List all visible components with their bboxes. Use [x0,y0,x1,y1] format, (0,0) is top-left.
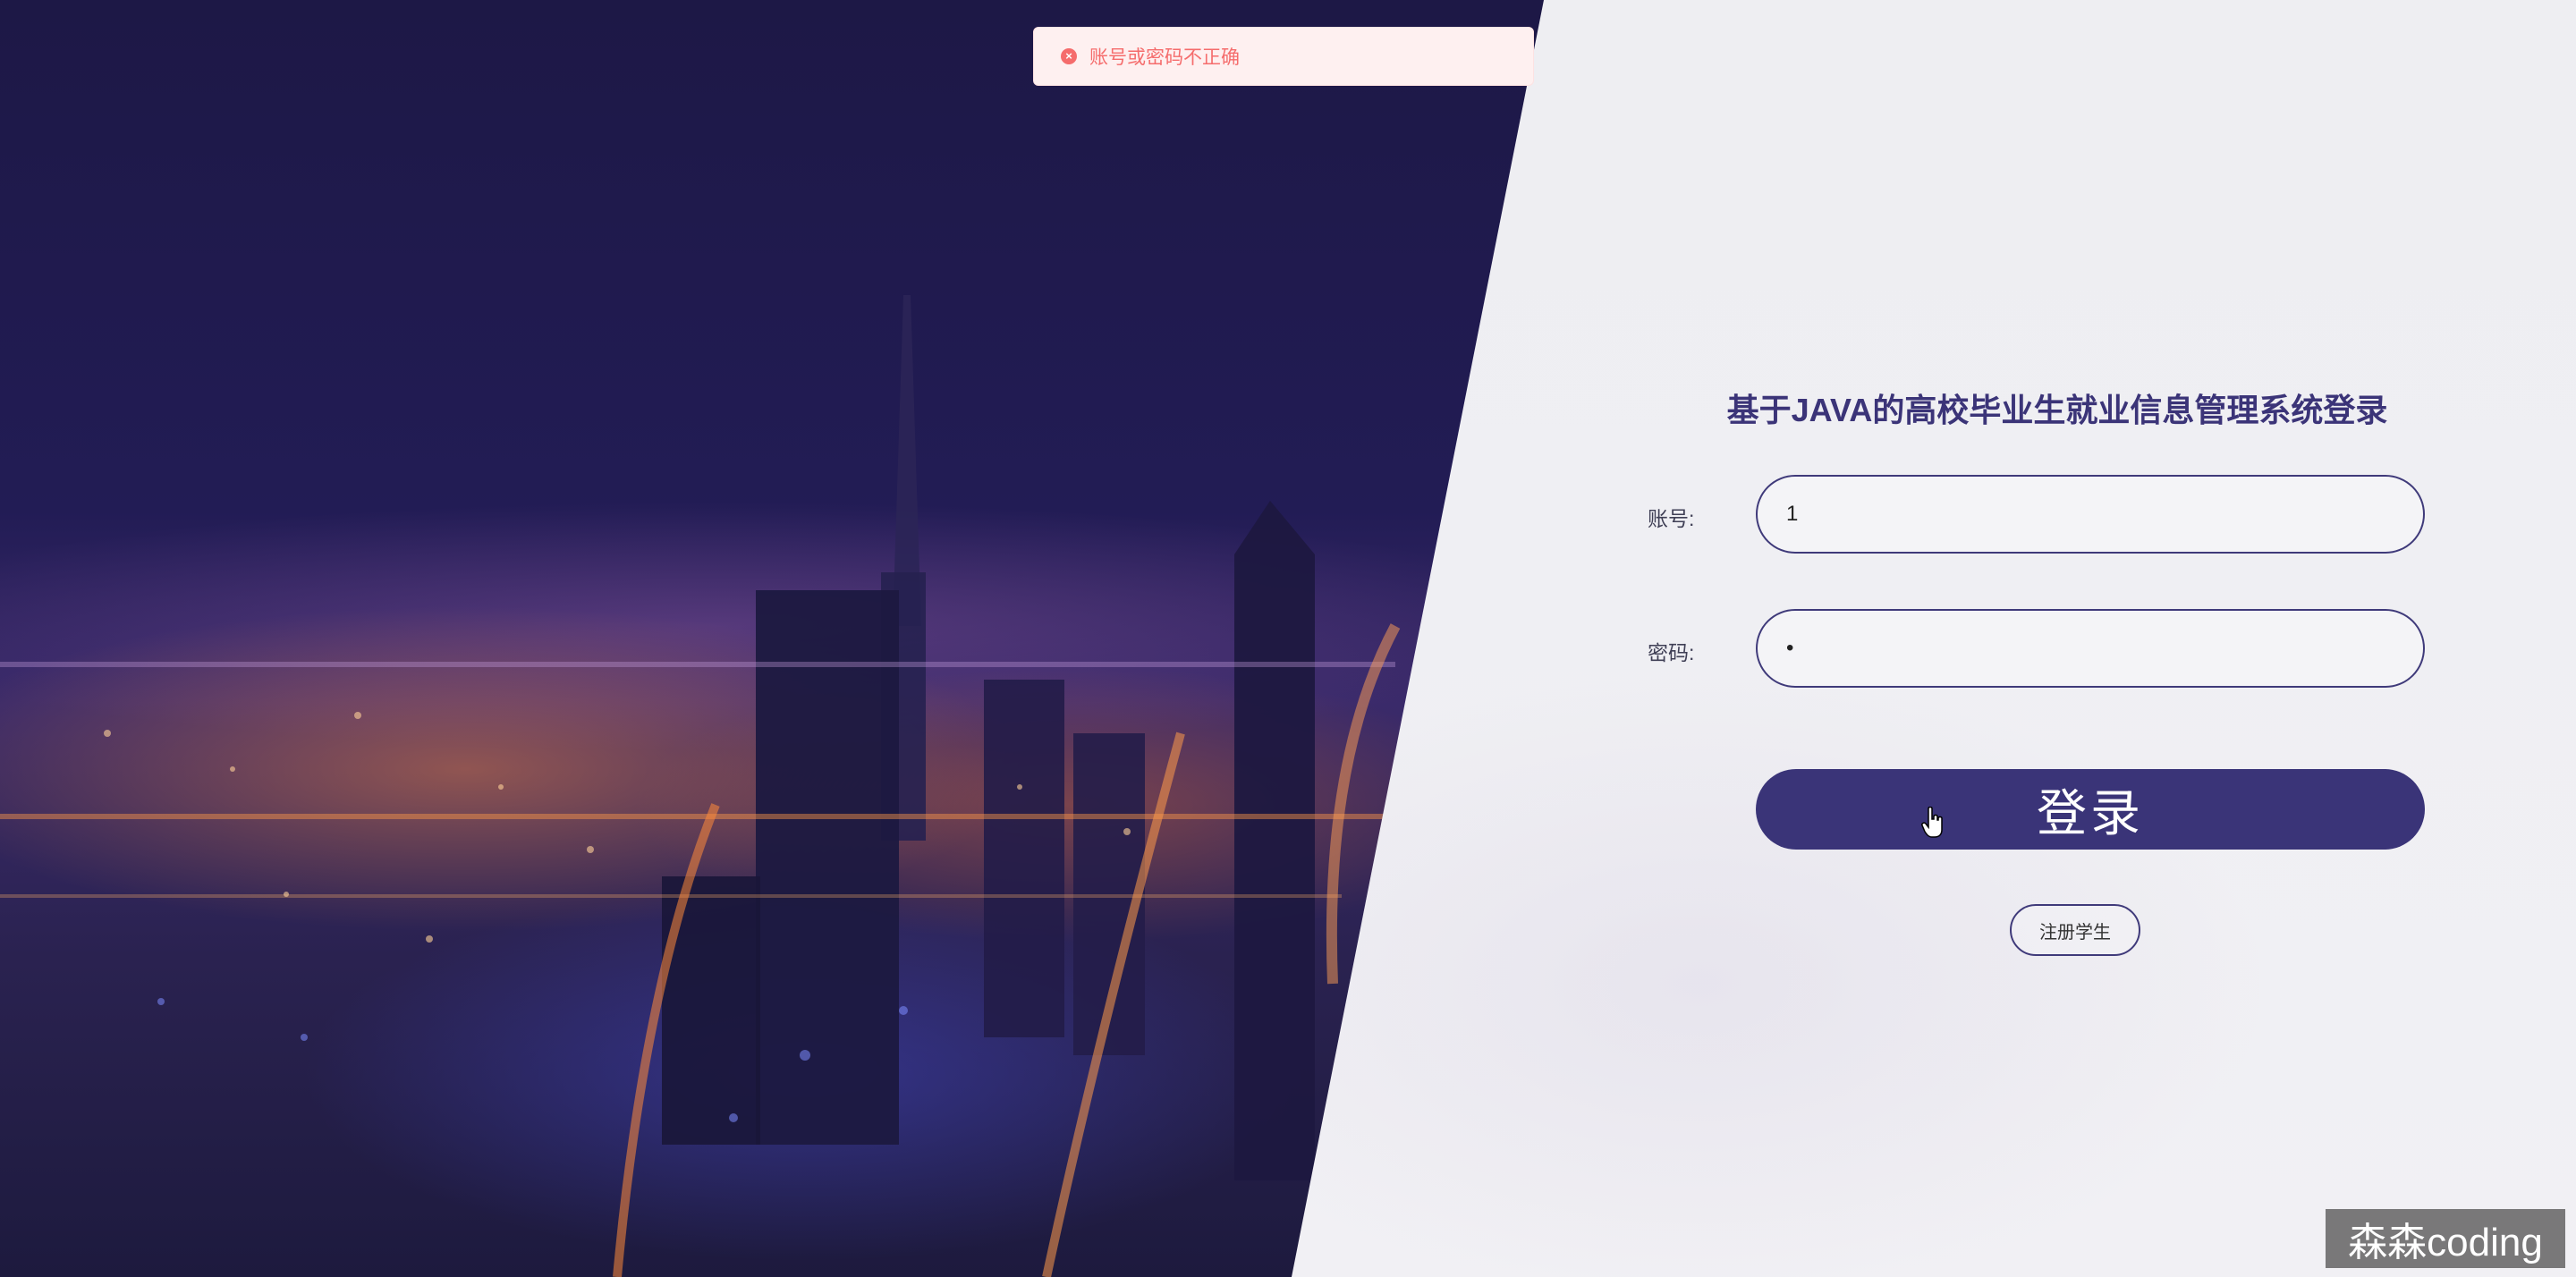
hand-cursor-icon [1921,807,1943,838]
account-value: 1 [1786,502,1799,526]
register-student-button[interactable]: 注册学生 [2010,904,2140,956]
password-value: • [1786,636,1794,660]
error-message: 账号或密码不正确 [1089,47,1240,68]
error-circle-icon: × [1061,48,1077,64]
login-title: 基于JAVA的高校毕业生就业信息管理系统登录 [1726,392,2388,428]
password-input[interactable]: • [1756,609,2425,688]
login-button[interactable]: 登录 [1756,769,2425,850]
password-label: 密码: [1648,641,1695,664]
watermark-label: 森森coding [2326,1209,2565,1268]
account-input[interactable]: 1 [1756,475,2425,554]
account-label: 账号: [1648,507,1695,530]
error-toast: × 账号或密码不正确 [1033,27,1534,86]
login-page: × 账号或密码不正确 基于JAVA的高校毕业生就业信息管理系统登录 账号: 1 … [0,0,2576,1277]
